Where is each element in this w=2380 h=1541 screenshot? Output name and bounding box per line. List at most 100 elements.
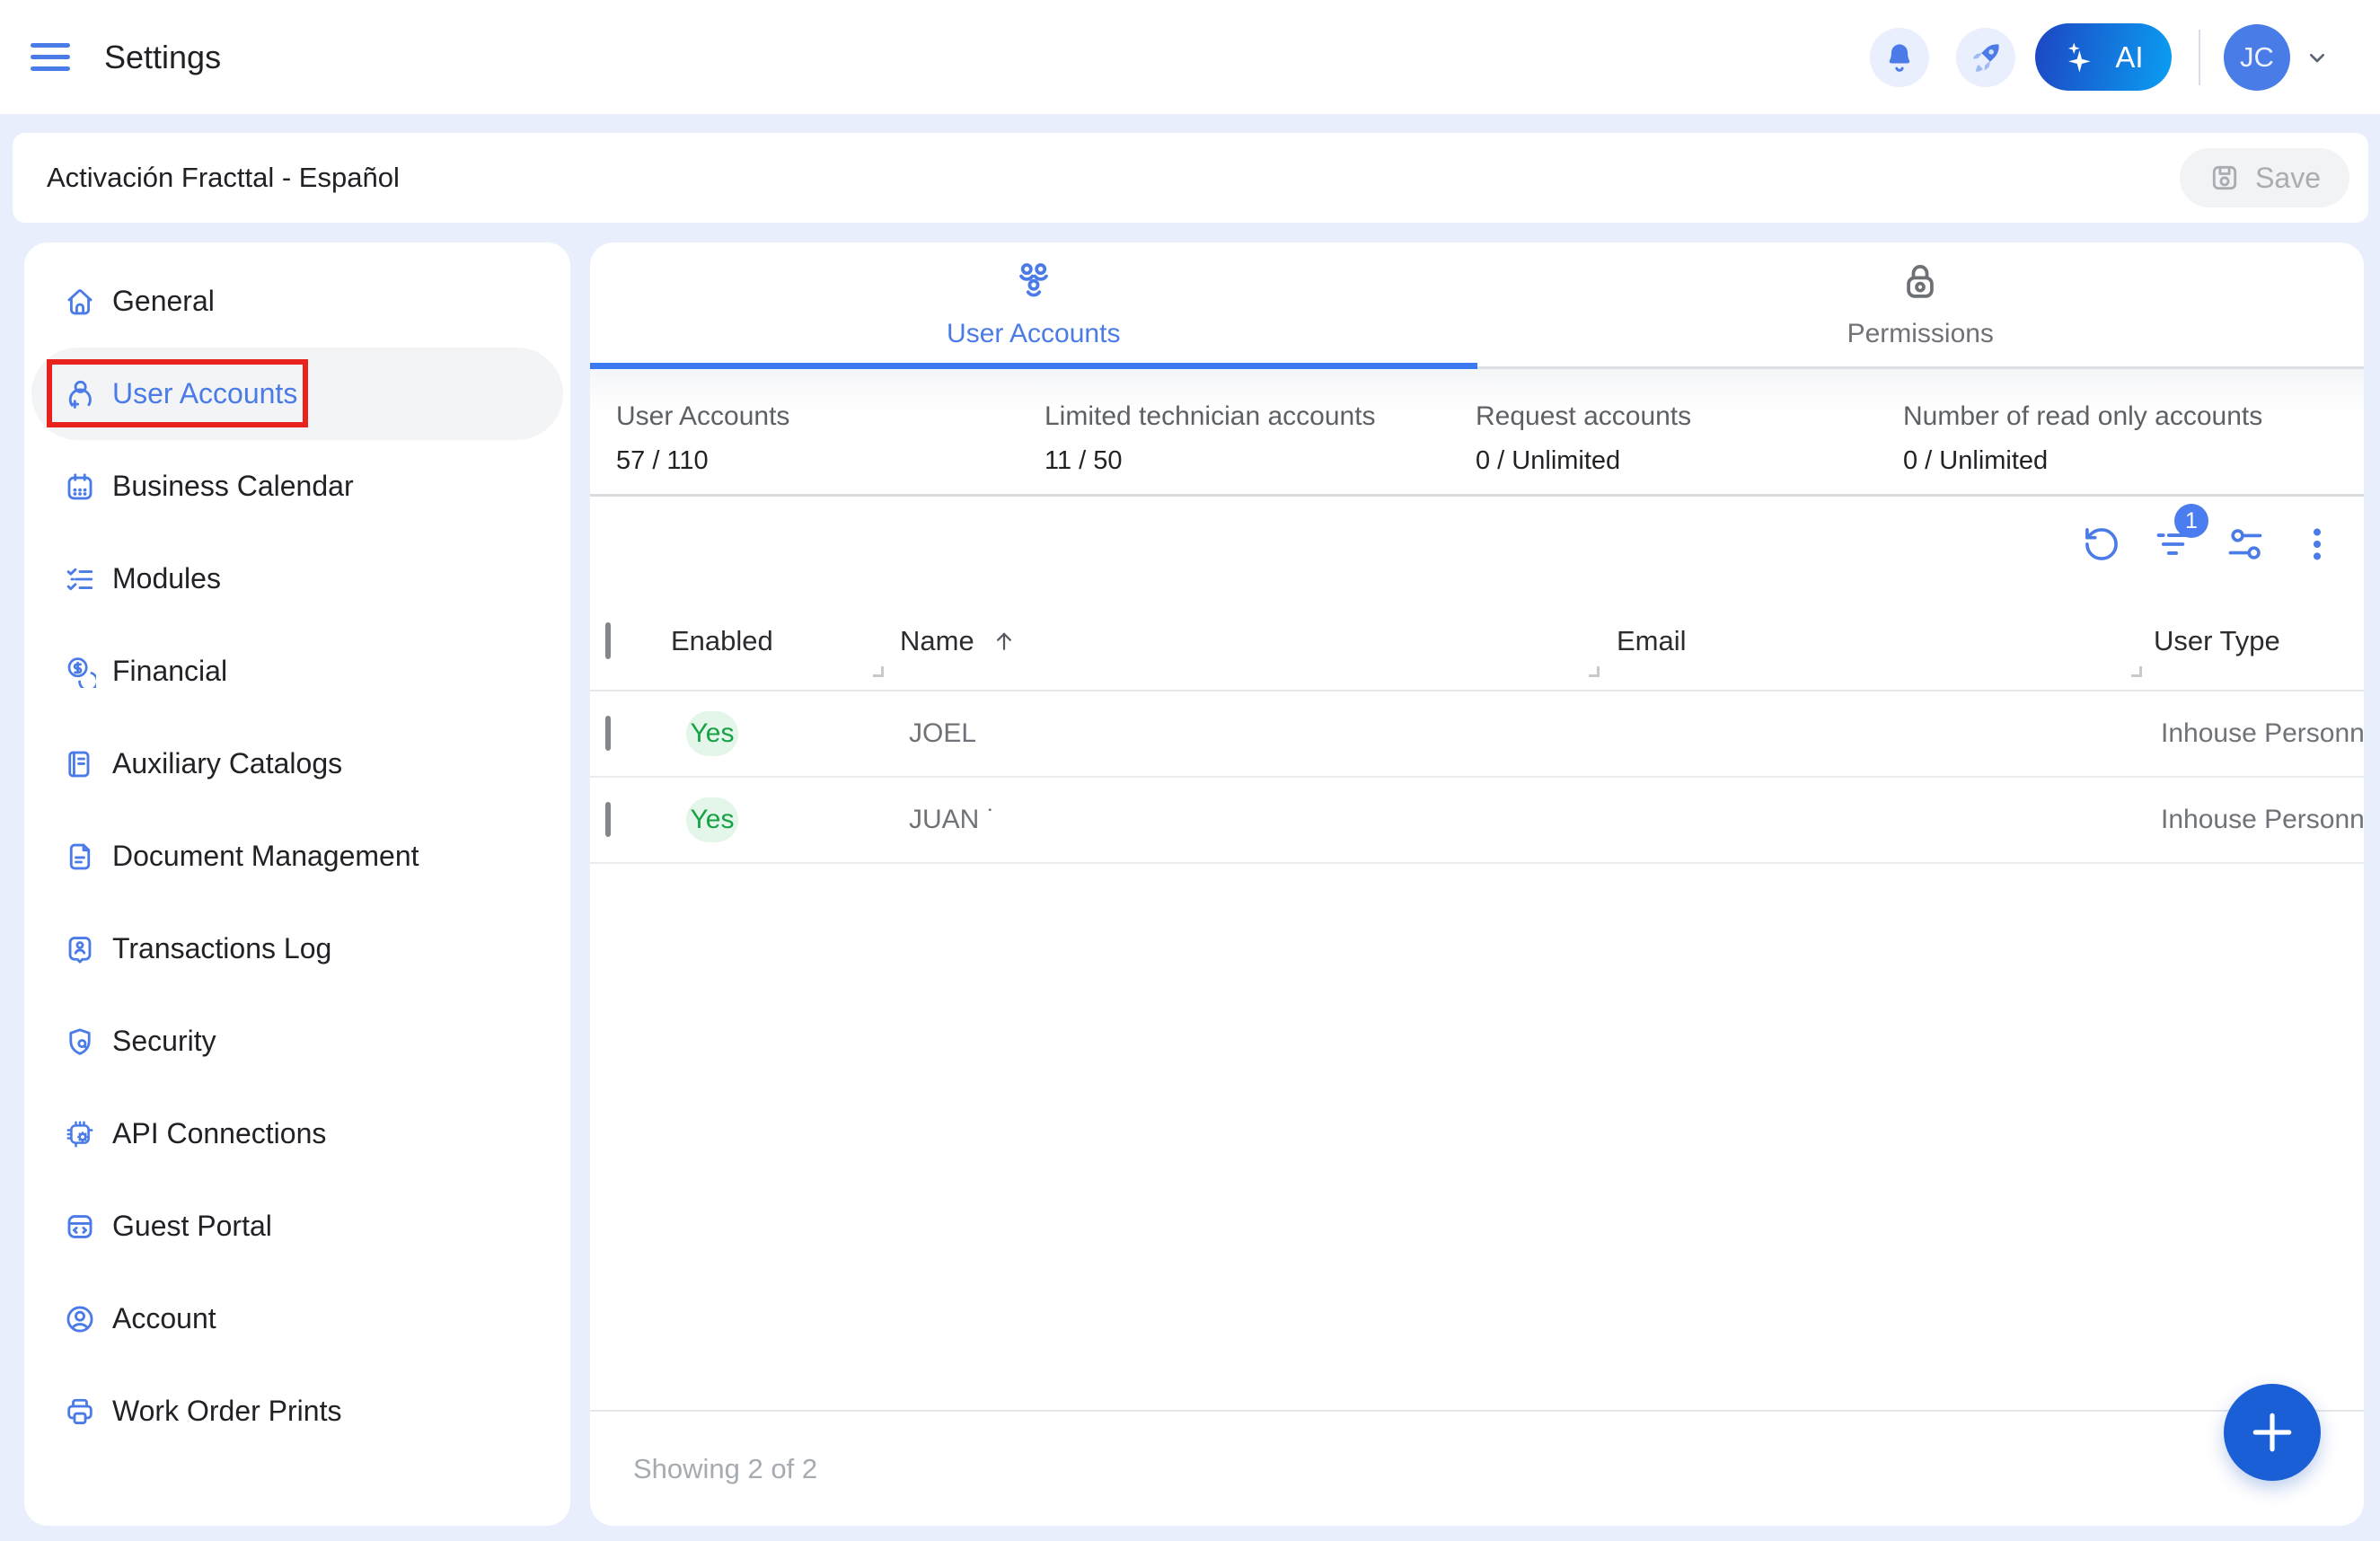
sidebar-item-financial[interactable]: Financial (31, 625, 563, 718)
sidebar-item-label: Modules (112, 562, 221, 595)
sidebar-item-auxiliary-catalogs[interactable]: Auxiliary Catalogs (31, 718, 563, 810)
sidebar-item-work-order-prints[interactable]: Work Order Prints (31, 1365, 563, 1457)
filter-count-badge: 1 (2174, 504, 2208, 538)
user-avatar[interactable]: JC (2224, 24, 2290, 91)
tab-bar: User Accounts Permissions (590, 242, 2364, 369)
app-bar: Settings AI JC (0, 0, 2380, 114)
ai-assistant-button[interactable]: AI (2035, 23, 2172, 91)
notifications-button[interactable] (1870, 28, 1929, 87)
enabled-badge: Yes (686, 797, 738, 842)
chevron-down-icon[interactable] (2303, 43, 2332, 72)
chip-gear-icon (64, 1118, 96, 1150)
add-user-button[interactable] (2224, 1384, 2321, 1481)
book-icon (64, 748, 96, 780)
refresh-icon[interactable] (2081, 524, 2122, 565)
lock-icon (1898, 260, 1943, 304)
rocket-icon (1968, 40, 2004, 75)
user-badge-icon (64, 933, 96, 965)
settings-sidebar: General User Accounts Busines (24, 242, 570, 1526)
column-header-name[interactable]: Name (900, 625, 1617, 657)
column-resize-handle[interactable] (873, 666, 884, 677)
table-row[interactable]: Yes JOEL Inhouse Personnel (590, 691, 2364, 778)
settings-title-bar: Activación Fracttal - Español Save (13, 133, 2368, 223)
sidebar-item-label: Account (112, 1302, 216, 1335)
divider (2199, 30, 2200, 85)
save-button[interactable]: Save (2180, 148, 2349, 207)
whats-new-button[interactable] (1956, 28, 2015, 87)
sidebar-item-security[interactable]: Security (31, 995, 563, 1088)
sidebar-item-label: Security (112, 1025, 216, 1058)
tab-label: Permissions (1847, 319, 1994, 349)
column-header-email[interactable]: Email (1617, 625, 2154, 657)
enabled-badge: Yes (686, 711, 738, 756)
sidebar-item-label: Transactions Log (112, 932, 331, 965)
browser-code-icon (64, 1211, 96, 1243)
showing-count: Showing 2 of 2 (633, 1453, 817, 1485)
row-checkbox[interactable] (605, 802, 611, 837)
stat-read-only-accounts: Number of read only accounts 0 / Unlimit… (1903, 401, 2364, 494)
stat-value: 57 / 110 (616, 446, 1045, 476)
more-options-icon[interactable] (2296, 524, 2338, 565)
sidebar-item-label: Guest Portal (112, 1210, 272, 1243)
tab-user-accounts[interactable]: User Accounts (590, 242, 1477, 366)
sidebar-item-guest-portal[interactable]: Guest Portal (31, 1180, 563, 1272)
sidebar-item-api-connections[interactable]: API Connections (31, 1088, 563, 1180)
sidebar-item-business-calendar[interactable]: Business Calendar (31, 440, 563, 533)
stat-request-accounts: Request accounts 0 / Unlimited (1476, 401, 1903, 494)
people-group-icon (1011, 260, 1056, 304)
column-resize-handle[interactable] (1589, 666, 1600, 677)
calendar-icon (64, 471, 96, 503)
sidebar-item-label: Document Management (112, 840, 419, 873)
select-all-checkbox[interactable] (605, 622, 611, 659)
filter-icon[interactable]: 1 (2153, 524, 2194, 565)
row-checkbox[interactable] (605, 716, 611, 751)
stat-label: Number of read only accounts (1903, 401, 2364, 432)
sidebar-item-user-accounts[interactable]: User Accounts (31, 348, 563, 440)
sidebar-item-document-management[interactable]: Document Management (31, 810, 563, 903)
shield-icon (64, 1026, 96, 1058)
cell-name: JOEL (909, 718, 1617, 749)
table-row[interactable]: Yes JUAN ˙ Inhouse Personnel (590, 778, 2364, 864)
home-icon (64, 286, 96, 318)
user-circle-icon (64, 1303, 96, 1335)
column-resize-handle[interactable] (2131, 666, 2142, 677)
sidebar-item-label: Auxiliary Catalogs (112, 747, 342, 780)
tab-permissions[interactable]: Permissions (1477, 242, 2365, 366)
settings-section-title: Activación Fracttal - Español (47, 162, 400, 194)
user-accounts-panel: User Accounts Permissions User Accounts … (590, 242, 2364, 1526)
menu-icon[interactable] (31, 43, 70, 71)
sidebar-item-label: API Connections (112, 1117, 326, 1150)
stat-label: User Accounts (616, 401, 1045, 432)
column-settings-icon[interactable] (2225, 524, 2266, 565)
table-footer: Showing 2 of 2 (590, 1410, 2364, 1526)
column-header-enabled[interactable]: Enabled (671, 625, 900, 657)
table-toolbar: 1 (590, 497, 2364, 592)
save-button-label: Save (2255, 162, 2321, 195)
sidebar-item-general[interactable]: General (31, 255, 563, 348)
tab-label: User Accounts (947, 319, 1120, 349)
cell-name: JUAN ˙ (909, 805, 1617, 835)
cell-user-type: Inhouse Personnel (2161, 718, 2364, 749)
column-header-user-type[interactable]: User Type (2154, 625, 2364, 657)
stat-value: 0 / Unlimited (1476, 446, 1903, 476)
sort-ascending-icon (991, 628, 1018, 655)
document-icon (64, 841, 96, 873)
stat-label: Limited technician accounts (1045, 401, 1476, 432)
stat-limited-technician-accounts: Limited technician accounts 11 / 50 (1045, 401, 1476, 494)
printer-icon (64, 1396, 96, 1428)
list-checks-icon (64, 563, 96, 595)
stat-value: 0 / Unlimited (1903, 446, 2364, 476)
sidebar-item-label: User Accounts (112, 377, 297, 410)
sidebar-item-label: Work Order Prints (112, 1395, 341, 1428)
sidebar-item-account[interactable]: Account (31, 1272, 563, 1365)
stat-value: 11 / 50 (1045, 446, 1476, 476)
ai-button-label: AI (2115, 40, 2143, 75)
user-plus-icon (64, 378, 96, 410)
sidebar-item-modules[interactable]: Modules (31, 533, 563, 625)
dollar-circle-icon (64, 656, 96, 688)
sparkles-icon (2063, 39, 2101, 76)
page-title: Settings (104, 39, 221, 76)
sidebar-item-transactions-log[interactable]: Transactions Log (31, 903, 563, 995)
save-icon (2208, 162, 2241, 194)
sidebar-item-label: Financial (112, 655, 227, 688)
